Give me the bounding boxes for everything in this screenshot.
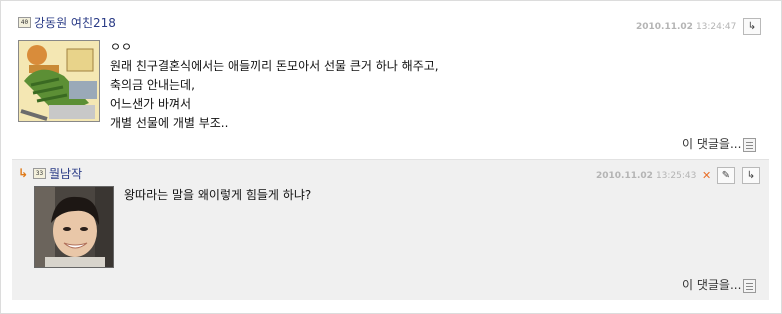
reply-link-label: 이 댓글을...	[682, 278, 742, 292]
comment-time: 13:24:47	[695, 22, 737, 32]
avatar-photo	[35, 187, 113, 267]
level-badge: 40	[18, 17, 31, 28]
edit-icon: ✎	[721, 170, 731, 181]
comment-body: 왕따라는 말을 왜이렇게 힘들게 하냐?	[124, 186, 311, 205]
delete-icon[interactable]: ✕	[702, 169, 711, 182]
avatar	[34, 186, 114, 268]
reply-to-comment-link[interactable]: 이 댓글을...	[682, 276, 757, 293]
comment-date: 2010.11.02	[596, 171, 653, 181]
reply-button[interactable]: ↳	[743, 18, 761, 35]
comment-line: 개별 선물에 개별 부조..	[110, 116, 229, 130]
comment-body: ㅇㅇ 원래 친구결혼식에서는 애들끼리 돈모아서 선물 큰거 하나 해주고, 축…	[110, 38, 439, 133]
comment-date: 2010.11.02	[636, 22, 693, 32]
comment-1-header: 40 강동원 여친218	[18, 14, 116, 31]
comment-line: 원래 친구결혼식에서는 애들끼리 돈모아서 선물 큰거 하나 해주고,	[110, 59, 439, 73]
comment-time: 13:25:43	[655, 171, 697, 181]
reply-list-icon	[743, 278, 757, 293]
comment-meta: 2010.11.02 13:25:43	[596, 171, 696, 181]
comment-author[interactable]: 강동원 여친218	[34, 16, 116, 30]
reply-button-icon: ↳	[746, 170, 756, 181]
reply-to-comment-link[interactable]: 이 댓글을...	[682, 135, 757, 152]
comment-line: ㅇㅇ	[110, 40, 133, 54]
level-badge: 33	[33, 168, 46, 179]
comment-2-header: 33 뭘남작	[33, 165, 82, 182]
comment-line: 축의금 안내는데,	[110, 78, 195, 92]
avatar-illustration	[19, 41, 99, 121]
comment-line: 왕따라는 말을 왜이렇게 힘들게 하냐?	[124, 188, 312, 202]
reply-button[interactable]: ↳	[742, 167, 760, 184]
reply-button-icon: ↳	[747, 21, 757, 32]
reply-link-label: 이 댓글을...	[682, 137, 742, 151]
reply-list-icon	[743, 137, 757, 152]
edit-button[interactable]: ✎	[717, 167, 735, 184]
reply-arrow-icon: ↳	[18, 166, 29, 180]
comment-author[interactable]: 뭘남작	[49, 167, 82, 181]
comment-line: 어느샌가 바껴서	[110, 97, 192, 111]
avatar	[18, 40, 100, 122]
comment-meta: 2010.11.02 13:24:47	[636, 22, 736, 32]
